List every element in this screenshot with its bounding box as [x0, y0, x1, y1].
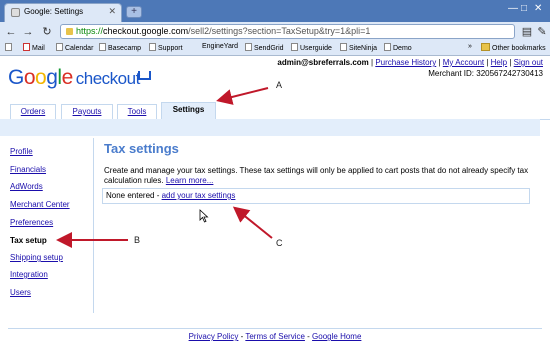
- annotation-b: B: [134, 235, 141, 245]
- annotation-c: C: [276, 238, 283, 248]
- annotation-a: A: [276, 80, 283, 90]
- annotation-arrows: [56, 87, 273, 248]
- mouse-cursor-icon: [199, 209, 209, 223]
- arrow-c: [232, 206, 273, 239]
- arrow-a: [216, 87, 269, 105]
